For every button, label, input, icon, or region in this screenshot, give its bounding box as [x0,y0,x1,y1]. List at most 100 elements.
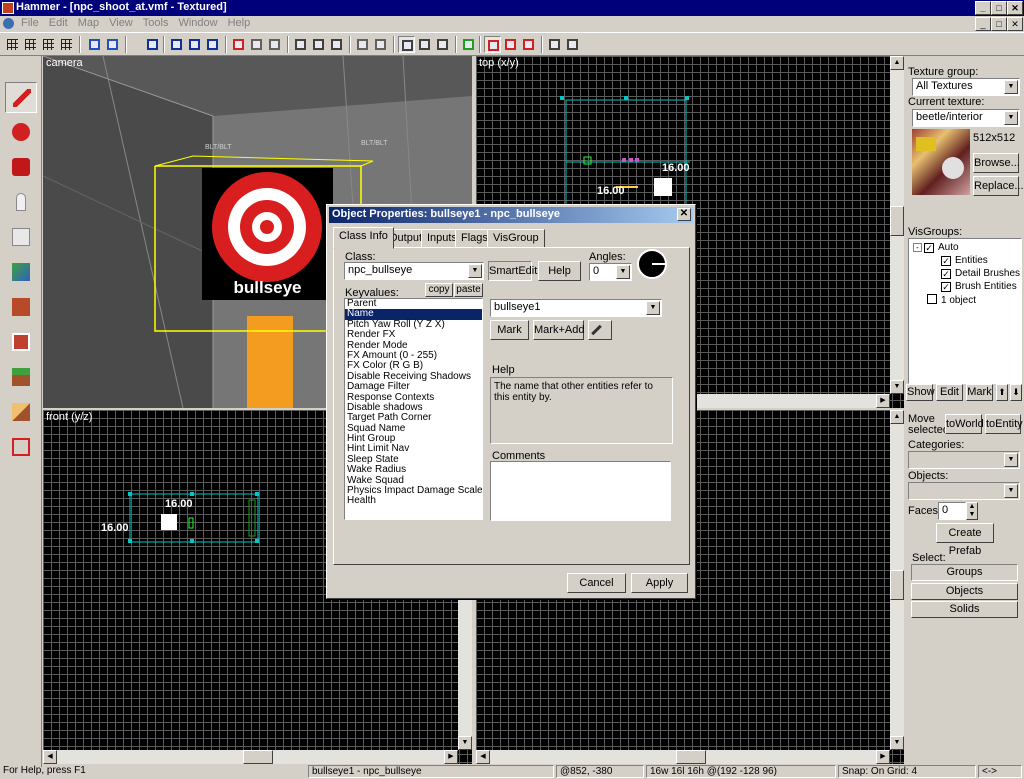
select-objects-button[interactable]: Objects [911,583,1018,600]
doc-close-button[interactable]: ✕ [1007,17,1023,31]
mark-visgroup-button[interactable]: Mark [966,384,993,401]
texture-group-dropdown[interactable]: All Textures ▼ [912,78,1020,96]
cancel-button[interactable]: Cancel [567,573,626,593]
angles-dropdown[interactable]: 0 ▼ [589,263,632,281]
doc-restore-button[interactable]: □ [991,17,1007,31]
grid-snap-button[interactable] [40,36,57,53]
replace-button[interactable]: Replace... [973,176,1024,196]
grid-dots-button[interactable] [58,36,75,53]
mark-add-button[interactable]: Mark+Add [533,320,584,340]
keyvalues-list[interactable]: Parent Name Pitch Yaw Roll (Y Z X) Render F… [344,298,483,520]
edit-button[interactable]: Edit [936,384,963,401]
grid-toggle-button[interactable] [4,36,21,53]
paste-button[interactable]: paste [454,283,483,297]
keyvalue-item[interactable]: Render FX [345,329,482,340]
keyvalue-item[interactable]: Health [345,496,482,506]
hide-selected-button[interactable] [230,36,247,53]
entity-report-button[interactable] [460,36,477,53]
visgroup-checkbox[interactable]: ✓ [924,243,934,253]
visgroup-checkbox[interactable]: ✓ [941,256,951,266]
menu-window[interactable]: Window [173,16,222,30]
selection-tool[interactable] [5,82,37,113]
value-dropdown[interactable]: bullseye1 ▼ [490,299,662,317]
mark-button[interactable]: Mark [490,320,529,340]
browse-button[interactable]: Browse... [973,153,1020,173]
show-button[interactable]: Show [906,384,935,401]
apply-button[interactable]: Apply [631,573,688,593]
texture-application-tool[interactable] [5,257,37,288]
menu-view[interactable]: View [104,16,138,30]
menu-edit[interactable]: Edit [44,16,73,30]
dialog-close-button[interactable]: ✕ [677,208,691,221]
ungroup-button[interactable] [186,36,203,53]
decal-tool[interactable] [5,327,37,358]
entity-tool[interactable] [5,187,37,218]
select-groups-button[interactable]: Groups [911,564,1018,581]
move-up-button[interactable]: ⬆ [996,384,1008,401]
camera-tool[interactable] [5,152,37,183]
categories-dropdown[interactable]: ▼ [908,451,1020,469]
visgroup-brush-entities[interactable]: ✓ Brush Entities [941,281,1017,292]
block-tool[interactable] [5,222,37,253]
paste-button[interactable] [328,36,345,53]
texture-lock-button[interactable] [204,36,221,53]
vertex-b-button[interactable] [502,36,519,53]
angle-dial[interactable] [637,249,667,279]
visgroups-tree[interactable]: - ✓ Auto ✓ Entities ✓ Detail Brushes ✓ Brush … [908,238,1022,384]
menu-tools[interactable]: Tools [138,16,174,30]
toggle-texlock-button[interactable] [434,36,451,53]
help-button[interactable]: Help [538,261,581,281]
faces-input[interactable]: 0 [938,502,966,520]
tab-visgroup[interactable]: VisGroup [487,229,545,248]
group-button[interactable] [168,36,185,53]
toentity-button[interactable]: toEntity [985,414,1023,434]
side-vertical-scrollbar[interactable]: ▲ ▼ [890,410,904,750]
objects-dropdown[interactable]: ▼ [908,482,1020,500]
check-problems-button[interactable] [564,36,581,53]
copy-button[interactable] [310,36,327,53]
eyedropper-button[interactable] [588,320,612,340]
close-button[interactable]: ✕ [1007,1,1023,15]
faces-spinner[interactable]: ▲ ▼ [966,502,978,520]
visgroup-1-object[interactable]: 1 object [927,294,976,306]
visgroup-checkbox[interactable]: ✓ [941,282,951,292]
visgroup-checkbox[interactable] [927,294,937,304]
select-entities-button[interactable] [416,36,433,53]
3d-grid-button[interactable] [22,36,39,53]
select-box-button[interactable] [398,36,415,53]
tab-class-info[interactable]: Class Info [333,227,394,249]
doc-minimize-button[interactable]: _ [975,17,991,31]
carve-button[interactable] [144,36,161,53]
selection-mode-a-button[interactable] [354,36,371,53]
maximize-button[interactable]: □ [991,1,1007,15]
vertex-tool[interactable] [5,432,37,463]
flip-button[interactable] [266,36,283,53]
visgroup-detail-brushes[interactable]: ✓ Detail Brushes [941,268,1020,279]
side-horizontal-scrollbar[interactable]: ◀ ▶ [476,750,890,764]
menu-map[interactable]: Map [73,16,104,30]
move-down-button[interactable]: ⬇ [1010,384,1022,401]
current-texture-dropdown[interactable]: beetle/interior ▼ [912,109,1020,127]
front-horizontal-scrollbar[interactable]: ◀ ▶ [43,750,458,764]
magnify-tool[interactable] [5,117,37,148]
visgroup-checkbox[interactable]: ✓ [941,269,951,279]
minimize-button[interactable]: _ [975,1,991,15]
vertex-c-button[interactable] [520,36,537,53]
apply-texture-tool[interactable] [5,292,37,323]
visgroup-entities[interactable]: ✓ Entities [941,255,988,266]
top-vertical-scrollbar[interactable]: ▲ ▼ [890,56,904,394]
redo-button[interactable] [104,36,121,53]
show-all-button[interactable] [248,36,265,53]
class-dropdown[interactable]: npc_bullseye ▼ [344,262,484,280]
cut-button[interactable] [292,36,309,53]
comments-textarea[interactable] [490,461,671,521]
vertex-a-button[interactable] [484,36,501,53]
smartedit-toggle[interactable]: SmartEdit [488,261,537,281]
copy-button[interactable]: copy [425,283,453,297]
collapse-icon[interactable]: - [913,243,922,252]
undo-button[interactable] [86,36,103,53]
selection-mode-b-button[interactable] [372,36,389,53]
run-map-button[interactable] [546,36,563,53]
menu-help[interactable]: Help [223,16,256,30]
overlay-tool[interactable] [5,362,37,393]
